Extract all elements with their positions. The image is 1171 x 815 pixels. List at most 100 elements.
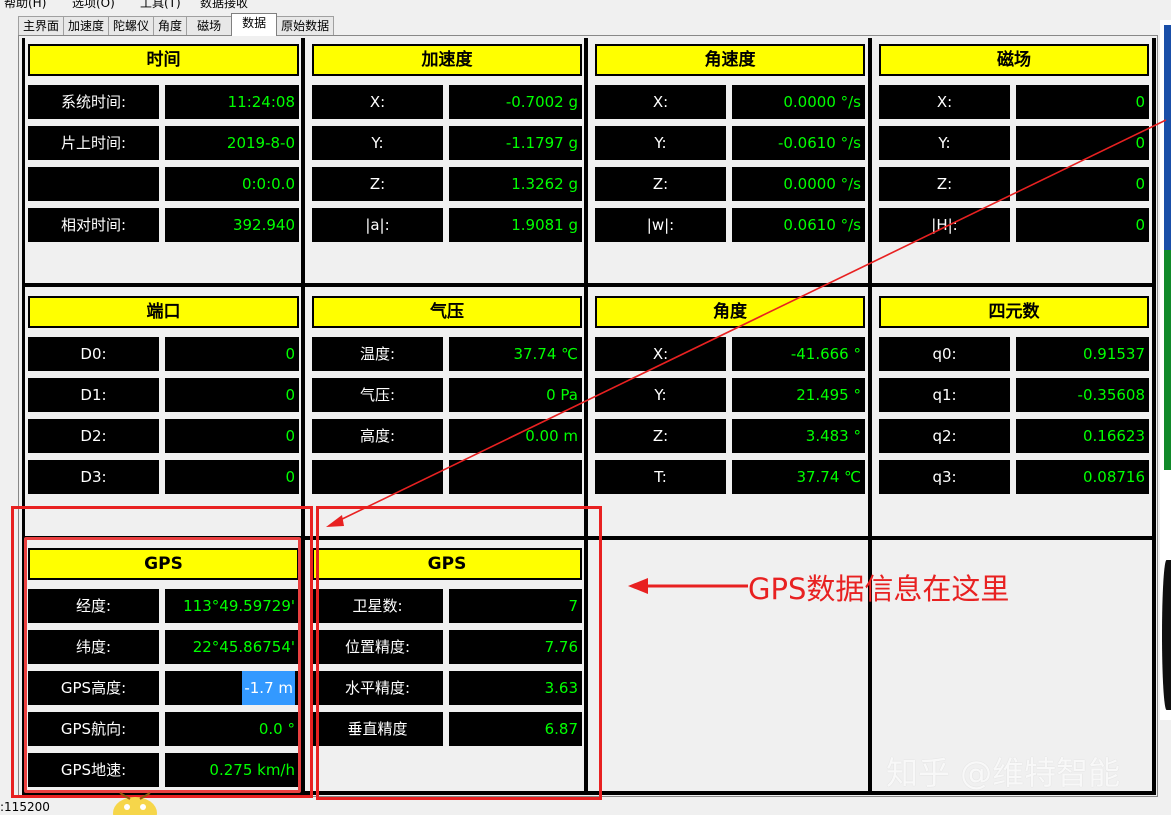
- tab-gyroscope[interactable]: 陀螺仪: [108, 16, 155, 36]
- tab-data[interactable]: 数据: [231, 13, 278, 36]
- annotation-box-inner: [24, 537, 301, 793]
- tab-bar: 主界面 加速度 陀螺仪 角度 磁场 数据 原始数据: [18, 13, 335, 36]
- field-value[interactable]: 0.0000 °/s: [732, 85, 865, 119]
- field-value[interactable]: 0: [165, 378, 299, 412]
- field-label: T:: [595, 460, 726, 494]
- group-title-text: 时间: [30, 46, 297, 74]
- field-value[interactable]: -0.35608: [1016, 378, 1149, 412]
- field-label: q0:: [879, 337, 1010, 371]
- divider: [1152, 38, 1156, 795]
- side-image-green: [1164, 250, 1171, 470]
- group-title-text: 角度: [597, 298, 863, 326]
- group-title-pressure: 气压: [312, 296, 582, 328]
- field-value[interactable]: 3.483 °: [732, 419, 865, 453]
- group-title-mag: 磁场: [879, 44, 1149, 76]
- field-label: q2:: [879, 419, 1010, 453]
- field-label: Z:: [312, 167, 443, 201]
- field-value[interactable]: 0:0:0.0: [165, 167, 299, 201]
- field-value[interactable]: 37.74 ℃: [449, 337, 582, 371]
- menu-data-receive[interactable]: 数据接收: [200, 0, 248, 10]
- field-value[interactable]: 0: [165, 337, 299, 371]
- field-label: |H|:: [879, 208, 1010, 242]
- side-image-black: [1162, 560, 1171, 710]
- tab-acceleration[interactable]: 加速度: [63, 16, 110, 36]
- field-value[interactable]: 0: [1016, 85, 1149, 119]
- field-value[interactable]: -0.7002 g: [449, 85, 582, 119]
- field-label: X:: [595, 337, 726, 371]
- group-title-port: 端口: [28, 296, 299, 328]
- tab-angle[interactable]: 角度: [153, 16, 188, 36]
- field-value[interactable]: 0.91537: [1016, 337, 1149, 371]
- field-label: 高度:: [312, 419, 443, 453]
- field-label: [28, 167, 159, 201]
- annotation-text: GPS数据信息在这里: [748, 572, 1010, 606]
- field-label: 相对时间:: [28, 208, 159, 242]
- annotation-box-gps2: [316, 506, 602, 800]
- tab-main[interactable]: 主界面: [18, 16, 65, 36]
- field-value[interactable]: 2019-8-0: [165, 126, 299, 160]
- watermark: 知乎 @维特智能: [886, 754, 1121, 792]
- field-label: q3:: [879, 460, 1010, 494]
- field-label: X:: [879, 85, 1010, 119]
- field-label: D2:: [28, 419, 159, 453]
- group-title-text: 角速度: [597, 46, 863, 74]
- field-value[interactable]: -41.666 °: [732, 337, 865, 371]
- field-value[interactable]: 392.940: [165, 208, 299, 242]
- group-title-text: 加速度: [314, 46, 580, 74]
- field-label: 片上时间:: [28, 126, 159, 160]
- group-title-text: 磁场: [881, 46, 1147, 74]
- group-title-text: 四元数: [881, 298, 1147, 326]
- field-value[interactable]: 1.3262 g: [449, 167, 582, 201]
- menu-options[interactable]: 选项(O): [72, 0, 115, 10]
- group-title-acc: 加速度: [312, 44, 582, 76]
- group-title-angle: 角度: [595, 296, 865, 328]
- field-label: D1:: [28, 378, 159, 412]
- field-value[interactable]: -1.1797 g: [449, 126, 582, 160]
- field-value[interactable]: 0: [165, 419, 299, 453]
- field-label: X:: [595, 85, 726, 119]
- field-value[interactable]: 0: [1016, 208, 1149, 242]
- tab-magnetic[interactable]: 磁场: [186, 16, 233, 36]
- field-value[interactable]: 0: [1016, 126, 1149, 160]
- emoji-face-icon: [113, 792, 157, 815]
- group-title-time: 时间: [28, 44, 299, 76]
- group-title-quat: 四元数: [879, 296, 1149, 328]
- field-value[interactable]: 21.495 °: [732, 378, 865, 412]
- field-label: q1:: [879, 378, 1010, 412]
- group-title-text: 端口: [30, 298, 297, 326]
- field-label: |a|:: [312, 208, 443, 242]
- app-window: 帮助(H) 选项(O) 工具(T) 数据接收 主界面 加速度 陀螺仪 角度 磁场…: [0, 0, 1171, 815]
- field-label: D3:: [28, 460, 159, 494]
- menu-bar: 帮助(H) 选项(O) 工具(T) 数据接收: [0, 0, 1171, 10]
- field-value[interactable]: 0.16623: [1016, 419, 1149, 453]
- field-value[interactable]: 0 Pa: [449, 378, 582, 412]
- field-value[interactable]: 0.0000 °/s: [732, 167, 865, 201]
- field-value[interactable]: 0: [1016, 167, 1149, 201]
- field-value[interactable]: 0.08716: [1016, 460, 1149, 494]
- field-label: [312, 460, 443, 494]
- group-title-gyro: 角速度: [595, 44, 865, 76]
- menu-help[interactable]: 帮助(H): [4, 0, 46, 10]
- field-value[interactable]: 37.74 ℃: [732, 460, 865, 494]
- field-label: Y:: [879, 126, 1010, 160]
- field-value[interactable]: 11:24:08: [165, 85, 299, 119]
- field-label: Z:: [595, 167, 726, 201]
- field-label: Z:: [595, 419, 726, 453]
- field-value[interactable]: 0: [165, 460, 299, 494]
- field-value[interactable]: 0.00 m: [449, 419, 582, 453]
- field-value[interactable]: 1.9081 g: [449, 208, 582, 242]
- group-title-text: 气压: [314, 298, 580, 326]
- field-label: 温度:: [312, 337, 443, 371]
- divider: [868, 38, 872, 795]
- field-label: 系统时间:: [28, 85, 159, 119]
- menu-tools[interactable]: 工具(T): [140, 0, 181, 10]
- tab-raw-data[interactable]: 原始数据: [276, 16, 335, 36]
- field-label: Z:: [879, 167, 1010, 201]
- field-value[interactable]: [449, 460, 582, 494]
- field-value[interactable]: 0.0610 °/s: [732, 208, 865, 242]
- field-label: 气压:: [312, 378, 443, 412]
- status-baud: :115200: [0, 800, 50, 814]
- field-label: Y:: [312, 126, 443, 160]
- field-value[interactable]: -0.0610 °/s: [732, 126, 865, 160]
- field-label: Y:: [595, 126, 726, 160]
